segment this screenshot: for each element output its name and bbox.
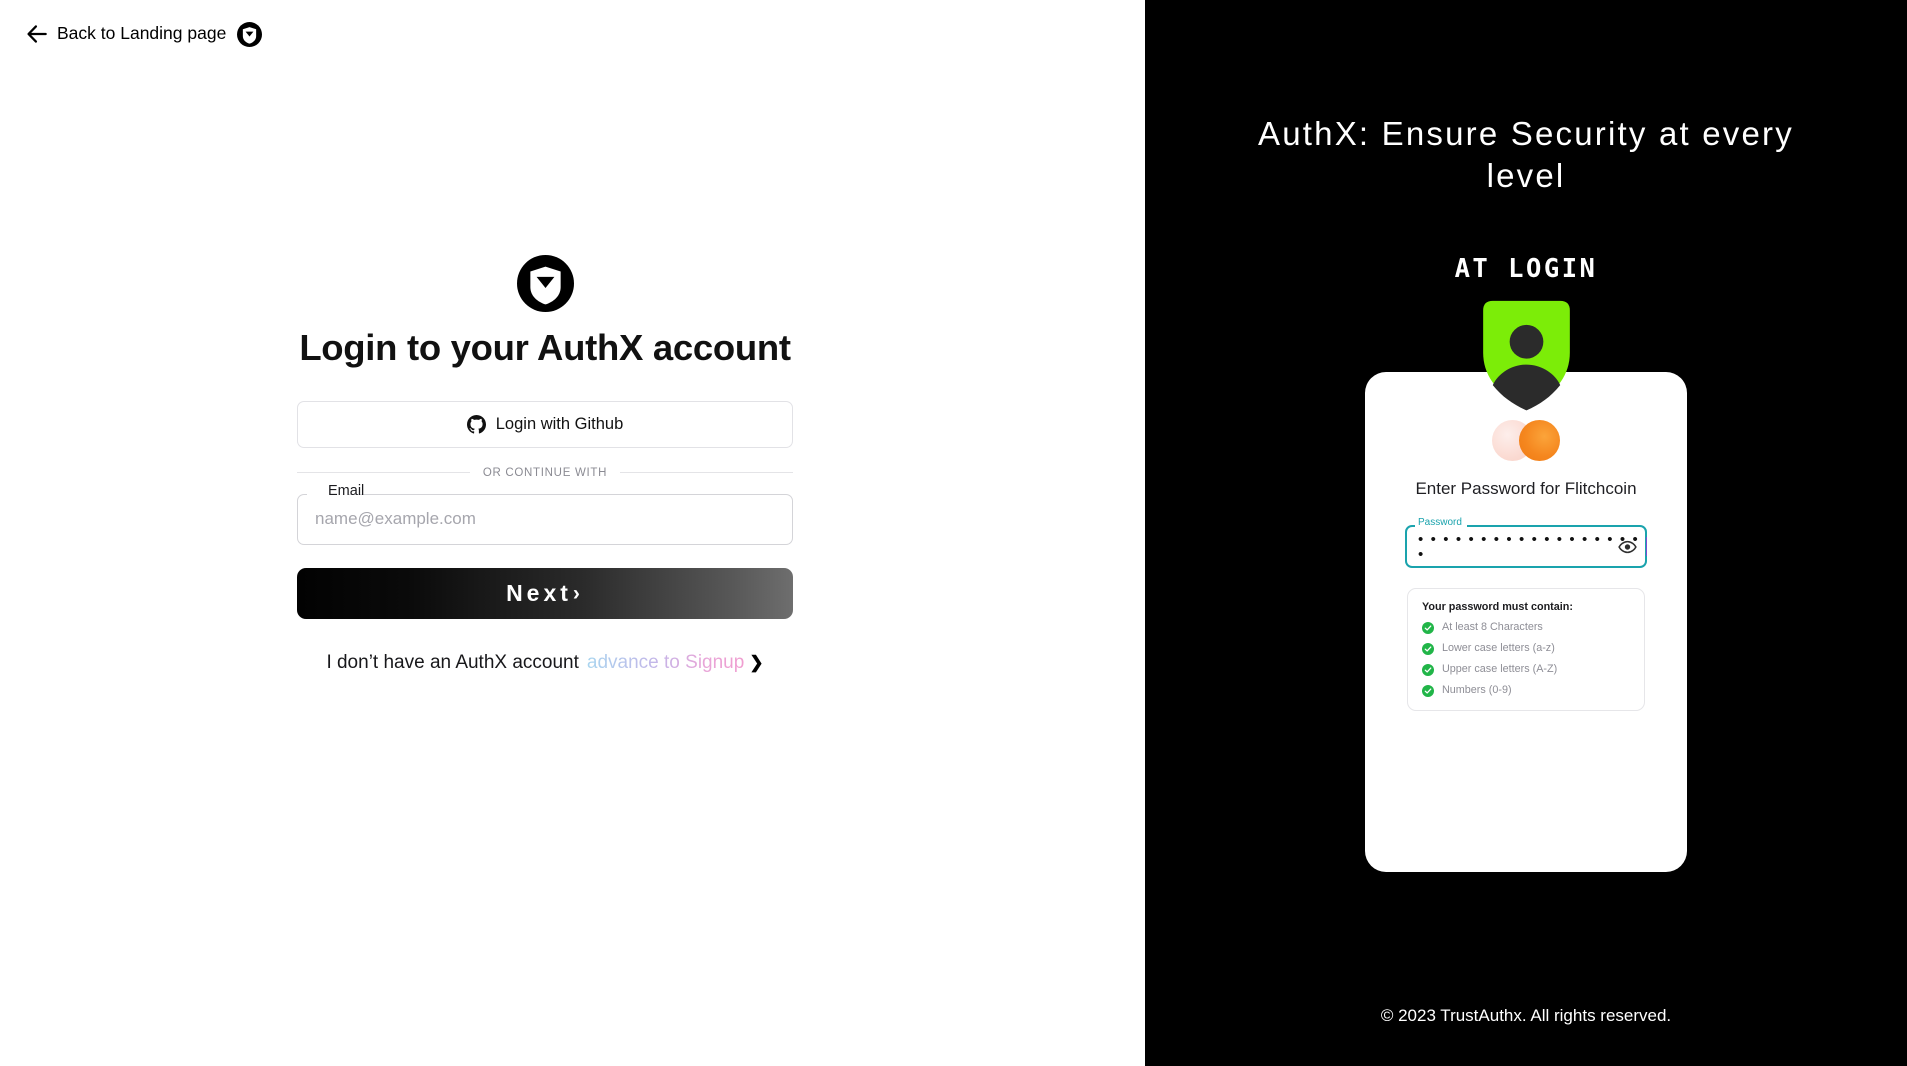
text-caret: [1645, 537, 1647, 557]
logo-circle-orange: [1519, 420, 1560, 462]
toggle-password-visibility-button[interactable]: [1617, 536, 1638, 557]
signup-prompt-row: I don’t have an AuthX account advance to…: [297, 652, 793, 674]
password-masked-value-row[interactable]: • • • • • • • • • • • • • • • • • • •: [1418, 526, 1647, 568]
check-circle-icon: [1422, 684, 1434, 697]
email-input[interactable]: [297, 492, 793, 545]
left-panel: Back to Landing page Login to your AuthX…: [0, 0, 1145, 1066]
back-to-landing-link[interactable]: Back to Landing page: [24, 21, 263, 47]
email-field-wrapper: Email Email: [297, 484, 793, 545]
check-circle-icon: [1422, 621, 1434, 634]
authx-shield-logo-icon: [516, 255, 574, 312]
check-circle-icon: [1422, 663, 1434, 676]
back-link-label: Back to Landing page: [57, 23, 227, 44]
copyright-text: © 2023 TrustAuthx. All rights reserved.: [1380, 1006, 1672, 1025]
password-card-heading: Enter Password for Flitchcoin: [1415, 478, 1637, 498]
email-field-label: Email: [328, 482, 365, 499]
promo-headline: AuthX: Ensure Security at every level: [1258, 115, 1794, 194]
login-page: Back to Landing page Login to your AuthX…: [0, 0, 1907, 1066]
requirement-item: At least 8 Characters: [1422, 621, 1630, 634]
divider-label: OR CONTINUE WITH: [482, 466, 608, 479]
requirement-label: Lower case letters (a-z): [1442, 642, 1555, 655]
password-field-wrapper: Password Password • • • • • • • • • • • …: [1405, 517, 1647, 568]
password-card-stack: Enter Password for Flitchcoin Password P…: [1326, 296, 1726, 872]
password-field-label: Password: [1418, 516, 1462, 528]
login-form: Login to your AuthX account Login with G…: [297, 255, 793, 674]
page-title: Login to your AuthX account: [299, 327, 791, 368]
eye-icon: [1618, 540, 1637, 553]
chevron-right-icon: ›: [572, 581, 584, 605]
requirement-label: At least 8 Characters: [1442, 621, 1543, 634]
requirement-item: Numbers (0-9): [1422, 684, 1630, 697]
check-circle-icon: [1422, 642, 1434, 655]
requirements-title: Your password must contain:: [1422, 600, 1573, 613]
requirement-item: Upper case letters (A-Z): [1422, 663, 1630, 676]
right-promo-panel: AuthX: Ensure Security at every level AT…: [1145, 0, 1907, 1066]
authx-shield-logo-icon: [237, 21, 263, 47]
next-button-label: Next: [506, 579, 572, 606]
at-login-label: AT LOGIN: [1454, 253, 1598, 284]
arrow-left-icon: [27, 25, 47, 43]
requirement-item: Lower case letters (a-z): [1422, 642, 1630, 655]
overlapping-circles-logo-icon: [1365, 420, 1687, 462]
github-icon: [466, 414, 486, 434]
brand-logo-wrap: [297, 255, 793, 312]
advance-to-signup-link[interactable]: advance to Signup: [587, 652, 744, 674]
requirement-label: Upper case letters (A-Z): [1442, 663, 1558, 676]
password-requirements-box: Your password must contain: At least 8 C…: [1407, 587, 1645, 711]
signup-prompt-text: I don’t have an AuthX account: [326, 651, 579, 673]
login-with-github-button[interactable]: Login with Github: [297, 400, 793, 448]
requirement-label: Numbers (0-9): [1442, 684, 1512, 697]
or-continue-divider: OR CONTINUE WITH: [297, 467, 793, 479]
github-button-label: Login with Github: [495, 414, 624, 433]
next-button[interactable]: Next ›: [297, 567, 793, 619]
chevron-right-icon[interactable]: ❯: [749, 653, 763, 673]
shield-user-icon: [1482, 300, 1570, 411]
divider-line-right: [620, 472, 793, 474]
divider-line-left: [297, 472, 470, 474]
password-card: Enter Password for Flitchcoin Password P…: [1365, 371, 1687, 872]
password-masked-value: • • • • • • • • • • • • • • • • • • •: [1418, 530, 1640, 563]
